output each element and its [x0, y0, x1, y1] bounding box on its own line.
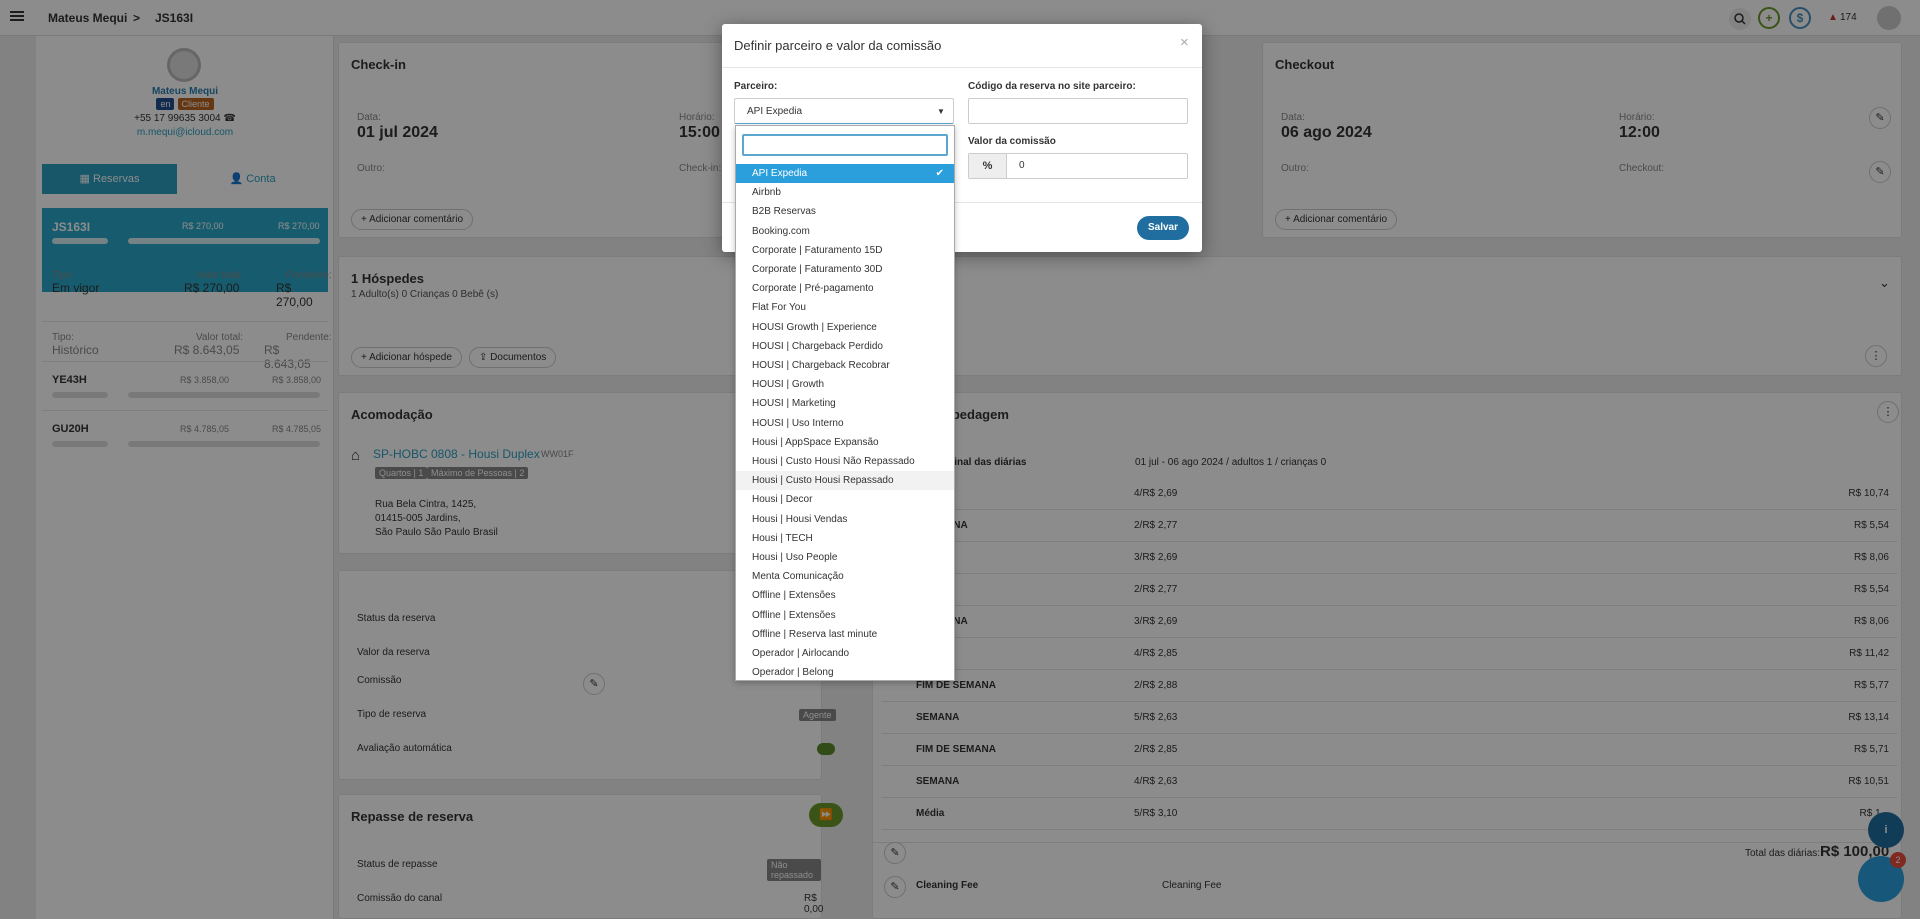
dropdown-option[interactable]: Housi | AppSpace Expansão [736, 433, 954, 452]
dropdown-option[interactable]: Offline | Extensões [736, 606, 954, 625]
dropdown-option[interactable]: Corporate | Faturamento 30D [736, 260, 954, 279]
percent-addon: % [969, 154, 1007, 178]
dropdown-option[interactable]: Corporate | Pré-pagamento [736, 279, 954, 298]
dropdown-option-label: HOUSI | Uso Interno [752, 417, 844, 429]
partner-select[interactable]: API Expedia ▼ [734, 98, 954, 124]
dropdown-option-label: Housi | Decor [752, 494, 813, 506]
dropdown-option-label: Booking.com [752, 225, 810, 237]
dropdown-search-input[interactable] [742, 134, 948, 156]
dropdown-option-label: Airbnb [752, 187, 781, 199]
dropdown-option-label: Housi | Custo Housi Não Repassado [752, 456, 915, 467]
dropdown-option[interactable]: Flat For You [736, 298, 954, 317]
dropdown-option[interactable]: Airbnb [736, 183, 954, 202]
dropdown-option-label: Housi | Uso People [752, 552, 838, 563]
dropdown-option-label: Offline | Reserva last minute [752, 628, 878, 640]
dropdown-option-label: Offline | Extensões [752, 609, 836, 621]
dropdown-option-label: Housi | TECH [752, 532, 813, 544]
dropdown-option-label: Housi | Custo Housi Repassado [752, 475, 894, 487]
dropdown-option[interactable]: Operador | Airlocando [736, 644, 954, 663]
dropdown-option[interactable]: Offline | Reserva last minute [736, 625, 954, 644]
dropdown-option[interactable]: Booking.com [736, 222, 954, 241]
caret-down-icon: ▼ [937, 107, 945, 116]
dropdown-option[interactable]: HOUSI | Growth [736, 375, 954, 394]
dropdown-option-label: API Expedia [752, 168, 808, 179]
dropdown-option[interactable]: Offline | Extensões [736, 586, 954, 605]
commission-input[interactable]: 0 [1019, 160, 1025, 171]
dropdown-option[interactable]: Corporate | Faturamento 15D [736, 241, 954, 260]
dropdown-option[interactable]: Housi | Housi Vendas [736, 510, 954, 529]
dropdown-option-label: HOUSI | Chargeback Perdido [752, 340, 883, 352]
checkmark-icon: ✔ [935, 168, 944, 179]
close-icon[interactable]: × [1180, 34, 1189, 51]
dropdown-option-label: Housi | AppSpace Expansão [752, 436, 879, 448]
code-label: Código da reserva no site parceiro: [968, 81, 1136, 92]
commission-input-group: % 0 [968, 153, 1188, 179]
dropdown-option-label: Corporate | Faturamento 30D [752, 264, 883, 275]
commission-label: Valor da comissão [968, 136, 1056, 147]
dropdown-option[interactable]: HOUSI | Chargeback Recobrar [736, 356, 954, 375]
dropdown-option[interactable]: HOUSI | Uso Interno [736, 414, 954, 433]
dropdown-option[interactable]: HOUSI Growth | Experience [736, 318, 954, 337]
save-button[interactable]: Salvar [1137, 216, 1189, 240]
dropdown-option-label: HOUSI | Marketing [752, 398, 836, 410]
dropdown-option-label: HOUSI Growth | Experience [752, 321, 877, 333]
partner-label: Parceiro: [734, 81, 778, 92]
dropdown-option[interactable]: Housi | Decor [736, 490, 954, 509]
dropdown-option-label: Offline | Extensões [752, 590, 836, 602]
dropdown-option-label: B2B Reservas [752, 206, 816, 218]
partner-dropdown: API Expedia ✔ Airbnb B2B Reservas Booking.co… [735, 125, 955, 681]
dropdown-option-label: Corporate | Pré-pagamento [752, 283, 874, 295]
dropdown-option-label: HOUSI | Growth [752, 379, 825, 391]
dropdown-option-label: Corporate | Faturamento 15D [752, 244, 883, 256]
dropdown-option[interactable]: B2B Reservas [736, 202, 954, 221]
dropdown-option-label: Flat For You [752, 302, 806, 314]
dropdown-option[interactable]: API Expedia ✔ [736, 164, 954, 183]
dropdown-option[interactable]: HOUSI | Marketing [736, 394, 954, 413]
dropdown-option[interactable]: Menta Comunicação [736, 567, 954, 586]
dropdown-option-label: Menta Comunicação [752, 571, 844, 583]
dropdown-option[interactable]: Housi | Custo Housi Repassado [736, 471, 954, 491]
dropdown-option[interactable]: HOUSI | Chargeback Perdido [736, 337, 954, 356]
modal-title: Definir parceiro e valor da comissão [734, 38, 942, 53]
partner-selected-value: API Expedia [747, 106, 803, 117]
dropdown-option[interactable]: Operador | Belong [736, 663, 954, 682]
dropdown-option-label: HOUSI | Chargeback Recobrar [752, 360, 890, 371]
dropdown-option-label: Operador | Airlocando [752, 648, 850, 659]
divider [722, 67, 1202, 68]
dropdown-option[interactable]: Housi | Custo Housi Não Repassado [736, 452, 954, 471]
dropdown-option-label: Operador | Belong [752, 667, 834, 679]
dropdown-option[interactable]: Housi | TECH [736, 529, 954, 548]
code-input[interactable] [968, 98, 1188, 124]
dropdown-option-label: Housi | Housi Vendas [752, 513, 848, 525]
dropdown-option[interactable]: Housi | Uso People [736, 548, 954, 567]
